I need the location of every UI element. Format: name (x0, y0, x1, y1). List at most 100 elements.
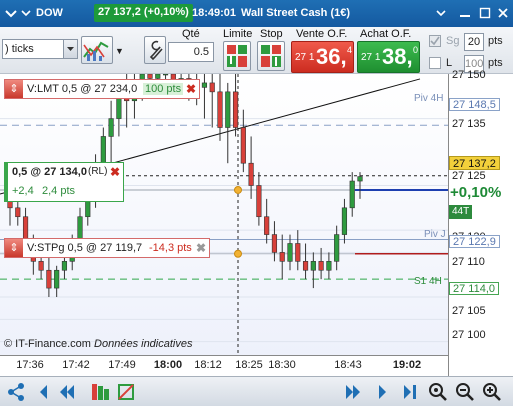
sg-pts-input[interactable]: 20 (464, 33, 484, 51)
scroll-right-icon[interactable] (372, 382, 392, 402)
sg-checkbox[interactable] (429, 35, 441, 47)
time-tick-label: 18:12 (194, 359, 222, 371)
stop-order-tag[interactable]: ⇕ V:STPg 0,5 @ 27 119,7 -14,3 pts ✖ (4, 238, 210, 258)
time-tick-label: 17:36 (16, 359, 44, 371)
minimize-icon[interactable] (458, 6, 472, 20)
candle-body (326, 261, 332, 271)
candle-body (287, 243, 293, 262)
chevron-down-icon[interactable] (19, 6, 33, 20)
sell-button[interactable]: 27 1 36, 4 (291, 41, 354, 73)
time-tick-label: 17:42 (62, 359, 90, 371)
drag-handle-icon[interactable]: ⇕ (5, 239, 23, 257)
instrument-dropdown-icon[interactable] (4, 6, 18, 20)
time-tick-label: 18:30 (268, 359, 296, 371)
wrench-icon (149, 40, 163, 61)
clock: 18:49:01 (192, 7, 237, 19)
stop-order-text: V:STPg 0,5 @ 27 119,7 (27, 242, 143, 254)
candle-body (162, 74, 169, 76)
limit-order-text: V:LMT 0,5 @ 27 234,0 (27, 83, 138, 95)
buy-price-decimal: 0 (413, 45, 419, 55)
position-tag-type: (RL) (88, 166, 108, 177)
scroll-end-icon[interactable] (400, 382, 420, 402)
scroll-left-icon[interactable] (34, 382, 54, 402)
zoom-in-icon[interactable] (482, 382, 502, 402)
candle-body (334, 234, 340, 262)
sell-price-prefix: 27 1 (295, 52, 315, 63)
close-icon[interactable]: ✖ (194, 241, 208, 255)
buy-price-prefix: 27 1 (361, 52, 381, 63)
price-tick-label: 27 100 (452, 329, 486, 341)
candle-body (310, 261, 316, 271)
candle-body (240, 127, 246, 164)
order-drag-handle (234, 249, 242, 258)
price-tick-label: 27 150 (452, 69, 486, 81)
zoom-reset-icon[interactable] (428, 382, 448, 402)
stop-label: Stop (260, 28, 283, 40)
limit-order-pts: 100 pts (143, 83, 184, 95)
candle-body (302, 261, 309, 271)
maximize-icon[interactable] (478, 6, 492, 20)
price-tick-label: 27 135 (452, 118, 486, 130)
price-badge: 27 137,2 (+0,10%) (94, 4, 193, 22)
pivj-name: Piv J (424, 229, 446, 240)
ticks-select[interactable]: ) ticks (2, 39, 78, 59)
scroll-left-fast-icon[interactable] (56, 382, 76, 402)
stop-order-button[interactable] (257, 41, 285, 71)
time-tick-label: 18:25 (235, 359, 263, 371)
scroll-right-fast-icon[interactable] (344, 382, 364, 402)
candle-body (295, 243, 301, 262)
l-checkbox[interactable] (429, 57, 441, 69)
limit-order-button[interactable] (223, 41, 251, 71)
chart-type-icon[interactable] (90, 382, 110, 402)
drawing-tools-icon[interactable] (116, 382, 136, 402)
sg-label: Sg (446, 35, 460, 47)
candle-body (232, 91, 239, 128)
candle-body (155, 74, 161, 79)
copyright-note: Données indicatives (94, 338, 193, 350)
l-label: L (446, 57, 453, 69)
quantity-input[interactable]: 0.5 (168, 42, 214, 62)
limit-order-icon (227, 45, 247, 67)
buy-label: Achat O.F. (360, 28, 412, 40)
chart-area[interactable]: 27 150 27 135 27 120 27 105 27 100 Piv 4… (0, 69, 513, 376)
candle-body (225, 91, 231, 128)
instrument-full-name: Wall Street Cash (1€) (241, 7, 351, 19)
indicators-button[interactable] (81, 36, 113, 64)
position-pnl: +2,4 (12, 185, 34, 197)
price-tick-label: 27 125 (452, 170, 486, 182)
drag-handle-icon[interactable]: ⇕ (5, 80, 23, 98)
price-tick-label: 27 105 (452, 305, 486, 317)
candle-body (279, 252, 285, 262)
sell-price-decimal: 4 (347, 45, 353, 55)
candle-body (349, 180, 355, 209)
candle-body (271, 234, 278, 253)
time-tick-label: 17:49 (108, 359, 136, 371)
time-tick-label: 18:00 (153, 359, 183, 371)
volume-label: 44T (449, 205, 473, 219)
chevron-down-icon[interactable] (434, 6, 448, 20)
share-icon[interactable] (6, 382, 26, 402)
candle-body (108, 118, 114, 137)
candle-body (264, 216, 270, 235)
close-icon[interactable]: ✖ (110, 165, 120, 179)
l-pts-unit: pts (488, 57, 503, 69)
piv4h-value: 27 148,5 (449, 98, 500, 111)
position-tag[interactable]: 0,5 @ 27 134,0 (RL) ✖ +2,4 2,4 pts (4, 162, 124, 202)
s1-value: 27 114,0 (449, 282, 500, 295)
zoom-out-icon[interactable] (455, 382, 475, 402)
candle-body (201, 82, 208, 88)
close-icon[interactable]: ✖ (184, 82, 198, 96)
stop-order-pts: -14,3 pts (149, 242, 192, 254)
candlestick-chart[interactable] (0, 74, 448, 355)
instrument-name[interactable]: DOW (36, 7, 63, 19)
time-tick-label: 18:43 (334, 359, 362, 371)
current-price-label: 27 137,2 (449, 156, 500, 170)
chevron-down-icon[interactable] (63, 40, 77, 58)
close-icon[interactable] (496, 6, 510, 20)
settings-button[interactable] (144, 36, 166, 64)
limit-order-tag[interactable]: ⇕ V:LMT 0,5 @ 27 234,0 100 pts ✖ (4, 79, 200, 99)
candle-body (15, 207, 21, 218)
indicators-dropdown-icon[interactable]: ▼ (115, 46, 124, 56)
buy-button[interactable]: 27 1 38, 0 (357, 41, 420, 73)
candle-body (61, 261, 68, 271)
